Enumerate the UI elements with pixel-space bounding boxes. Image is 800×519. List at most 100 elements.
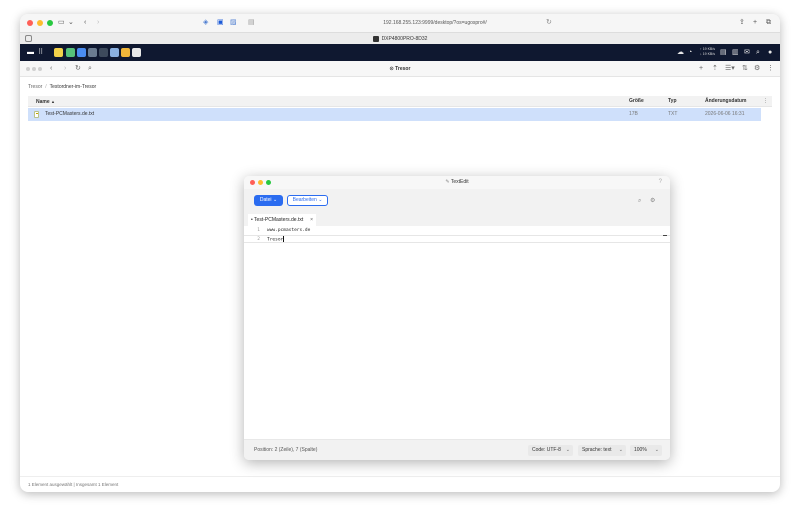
close-tab-icon[interactable]: × xyxy=(310,214,313,226)
search-icon[interactable]: ⌕ xyxy=(638,196,641,206)
edit-menu-button[interactable]: Bearbeiten ⌄ xyxy=(287,195,328,206)
tab-icon[interactable]: ▤ xyxy=(248,18,255,28)
table-row[interactable]: Test-PCMasters.de.txt 17B TXT 2026-06-06… xyxy=(28,108,761,121)
column-type[interactable]: Typ xyxy=(668,96,677,107)
user-icon[interactable]: ● xyxy=(768,48,772,57)
refresh-icon[interactable]: ↻ xyxy=(75,64,81,74)
message-icon[interactable]: ✉ xyxy=(744,48,750,57)
textedit-close-button[interactable] xyxy=(250,180,255,185)
cloud-icon[interactable]: ☁ xyxy=(677,48,684,57)
upload-icon[interactable]: ⇡ xyxy=(712,64,718,74)
zoom-window-button[interactable] xyxy=(47,20,53,26)
chevron-down-icon: ⌄ xyxy=(654,447,659,453)
breadcrumb: Tresor / Testordner-im-Tresor xyxy=(28,84,97,90)
close-window-button[interactable] xyxy=(27,20,33,26)
file-name: Test-PCMasters.de.txt xyxy=(45,111,95,117)
fm-zoom-button[interactable] xyxy=(38,67,42,71)
textedit-tabbar: • Test-PCMasters.de.txt × xyxy=(244,213,670,226)
app-store-icon[interactable] xyxy=(54,48,63,57)
textedit-title: ✎ TextEdit xyxy=(424,176,490,189)
zoom-select[interactable]: 100% ⌄ xyxy=(630,445,662,456)
textedit-minimize-button[interactable] xyxy=(258,180,263,185)
reload-icon[interactable]: ↻ xyxy=(546,18,552,28)
language-select[interactable]: Sprache: text ⌄ xyxy=(578,445,626,456)
textedit-toolbar: Datei ⌄ Bearbeiten ⌄ ⌕ ⚙ xyxy=(244,189,670,213)
file-menu-button[interactable]: Datei ⌄ xyxy=(254,195,283,206)
more-icon[interactable]: ⋮ xyxy=(767,64,774,74)
forward-icon[interactable]: › xyxy=(97,18,99,28)
file-manager-icon[interactable] xyxy=(77,48,86,57)
column-modified[interactable]: Änderungsdatum xyxy=(705,96,746,107)
settings-icon[interactable]: ⚙ xyxy=(650,196,655,206)
line-text-wrap: Tresor xyxy=(267,236,285,245)
storage-icon[interactable]: ◔ xyxy=(688,48,692,57)
docker-icon[interactable] xyxy=(110,48,119,57)
sort-icon[interactable]: ⇅ xyxy=(742,64,748,74)
page-title: ⊙ Tresor xyxy=(360,64,440,74)
encoding-select[interactable]: Code: UTF-8 ⌄ xyxy=(528,445,573,456)
column-size[interactable]: Größe xyxy=(629,96,644,107)
chevron-down-icon: ⌄ xyxy=(565,447,570,453)
view-mode-icon[interactable]: ☰▾ xyxy=(725,64,735,74)
tabs-overview-icon[interactable]: ⧉ xyxy=(766,18,771,28)
tab-group-icon[interactable] xyxy=(25,35,32,42)
line-text: Tresor xyxy=(267,237,284,243)
chevron-down-icon: ⌄ xyxy=(318,197,323,203)
browser-toolbar: ▭ ⌄ ‹ › ◈ ▣ ▨ ▤ 192.168.255.123:9999/des… xyxy=(20,14,780,32)
fm-window-controls xyxy=(26,67,42,71)
task-icon[interactable]: ▤ xyxy=(720,48,727,57)
chevron-down-icon[interactable]: ⌄ xyxy=(68,18,74,28)
share-icon[interactable]: ⇪ xyxy=(739,18,745,28)
back-icon[interactable]: ‹ xyxy=(84,18,86,28)
text-file-icon xyxy=(34,111,39,118)
textedit-status-bar: Position: 2 (Zeile), 7 (Spalte) Code: UT… xyxy=(244,439,670,460)
settings-icon[interactable] xyxy=(88,48,97,57)
line-number: 2 xyxy=(257,237,260,242)
widgets-icon[interactable]: ▥ xyxy=(732,48,739,57)
fm-minimize-button[interactable] xyxy=(32,67,36,71)
text-caret xyxy=(283,236,285,242)
page-title-text: Tresor xyxy=(395,66,411,72)
tab-title: DXP4800PRO-8D32 xyxy=(381,35,428,42)
minimize-window-button[interactable] xyxy=(37,20,43,26)
fm-close-button[interactable] xyxy=(26,67,30,71)
add-icon[interactable]: + xyxy=(699,64,703,74)
sidebar-icon[interactable]: ▭ xyxy=(58,18,65,28)
photos-icon[interactable] xyxy=(66,48,75,57)
monitor-icon[interactable] xyxy=(99,48,108,57)
folder-icon[interactable] xyxy=(121,48,130,57)
editor-line-active: 2 Tresor xyxy=(244,235,670,243)
app-grid-icon[interactable]: ⠿ xyxy=(38,48,43,57)
forward-icon[interactable]: › xyxy=(64,64,66,74)
text-editor[interactable]: 1 www.pcmasters.de 2 Tresor xyxy=(244,226,670,439)
textedit-title-text: TextEdit xyxy=(450,179,469,185)
chevron-down-icon: ⌄ xyxy=(272,197,278,203)
shield-icon[interactable]: ◈ xyxy=(203,18,208,28)
bitwarden-icon[interactable]: ▣ xyxy=(217,18,224,28)
breadcrumb-root[interactable]: Tresor xyxy=(28,84,42,90)
new-tab-icon[interactable]: + xyxy=(753,18,757,28)
table-header: Name ▲ Größe Typ Änderungsdatum ⋮ xyxy=(28,96,772,107)
back-icon[interactable]: ‹ xyxy=(50,64,52,74)
browser-tab[interactable]: DXP4800PRO-8D32 xyxy=(20,32,780,44)
sort-arrow-icon: ▲ xyxy=(51,99,55,104)
breadcrumb-current[interactable]: Testordner-im-Tresor xyxy=(50,84,97,90)
column-name[interactable]: Name ▲ xyxy=(36,96,55,108)
file-tab-label: • Test-PCMasters.de.txt xyxy=(251,217,304,223)
file-manager-toolbar: ‹ › ↻ ⌕ ⊙ Tresor + ⇡ ☰▾ ⇅ ⚙ ⋮ xyxy=(20,61,780,77)
textedit-window: ✎ TextEdit ? Datei ⌄ Bearbeiten ⌄ ⌕ ⚙ • … xyxy=(244,176,670,460)
textedit-zoom-button[interactable] xyxy=(266,180,271,185)
settings-icon[interactable]: ⚙ xyxy=(754,64,760,74)
search-icon[interactable]: ⌕ xyxy=(88,64,92,74)
minimap-marker xyxy=(663,235,667,236)
textedit-icon[interactable] xyxy=(132,48,141,57)
favicon-icon xyxy=(372,35,379,42)
cursor-position: Position: 2 (Zeile), 7 (Spalte) xyxy=(254,447,318,453)
help-icon[interactable]: ? xyxy=(659,177,662,188)
column-options-icon[interactable]: ⋮ xyxy=(763,96,768,107)
file-tab[interactable]: • Test-PCMasters.de.txt × xyxy=(248,214,316,226)
address-bar[interactable]: 192.168.255.123:9999/desktop/?os=ugospro… xyxy=(320,18,550,28)
image-icon[interactable]: ▨ xyxy=(230,18,237,28)
desktop-icon[interactable]: ▬ xyxy=(27,48,34,57)
search-icon[interactable]: ⌕ xyxy=(756,48,760,57)
